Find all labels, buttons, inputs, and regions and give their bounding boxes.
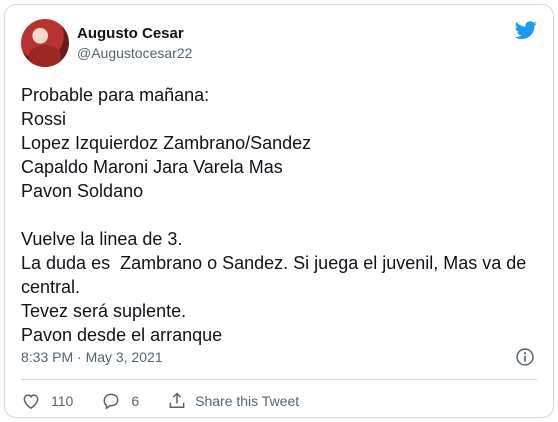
author-display-name[interactable]: Augusto Cesar: [77, 25, 184, 42]
reply-button[interactable]: 6: [101, 391, 139, 411]
reply-icon: [103, 393, 119, 410]
like-button[interactable]: 110: [21, 391, 73, 411]
share-icon: [169, 392, 185, 408]
avatar[interactable]: [21, 19, 69, 67]
like-count: 110: [51, 393, 74, 409]
tweet-card: Augusto Cesar @Augustocesar22 Probable p…: [4, 4, 554, 418]
heart-icon: [23, 394, 39, 409]
reply-count: 6: [131, 393, 140, 409]
info-icon[interactable]: [515, 347, 535, 367]
author-handle[interactable]: @Augustocesar22: [77, 45, 192, 61]
tweet-timestamp[interactable]: 8:33 PM · May 3, 2021: [21, 349, 163, 365]
divider: [21, 379, 537, 380]
twitter-bird-icon[interactable]: [513, 19, 539, 41]
action-bar: 110 6 Share this Tweet: [21, 389, 299, 413]
tweet-text: Probable para mañana: Rossi Lopez Izquie…: [21, 85, 527, 345]
share-button[interactable]: Share this Tweet: [167, 391, 299, 411]
share-label: Share this Tweet: [195, 393, 300, 409]
